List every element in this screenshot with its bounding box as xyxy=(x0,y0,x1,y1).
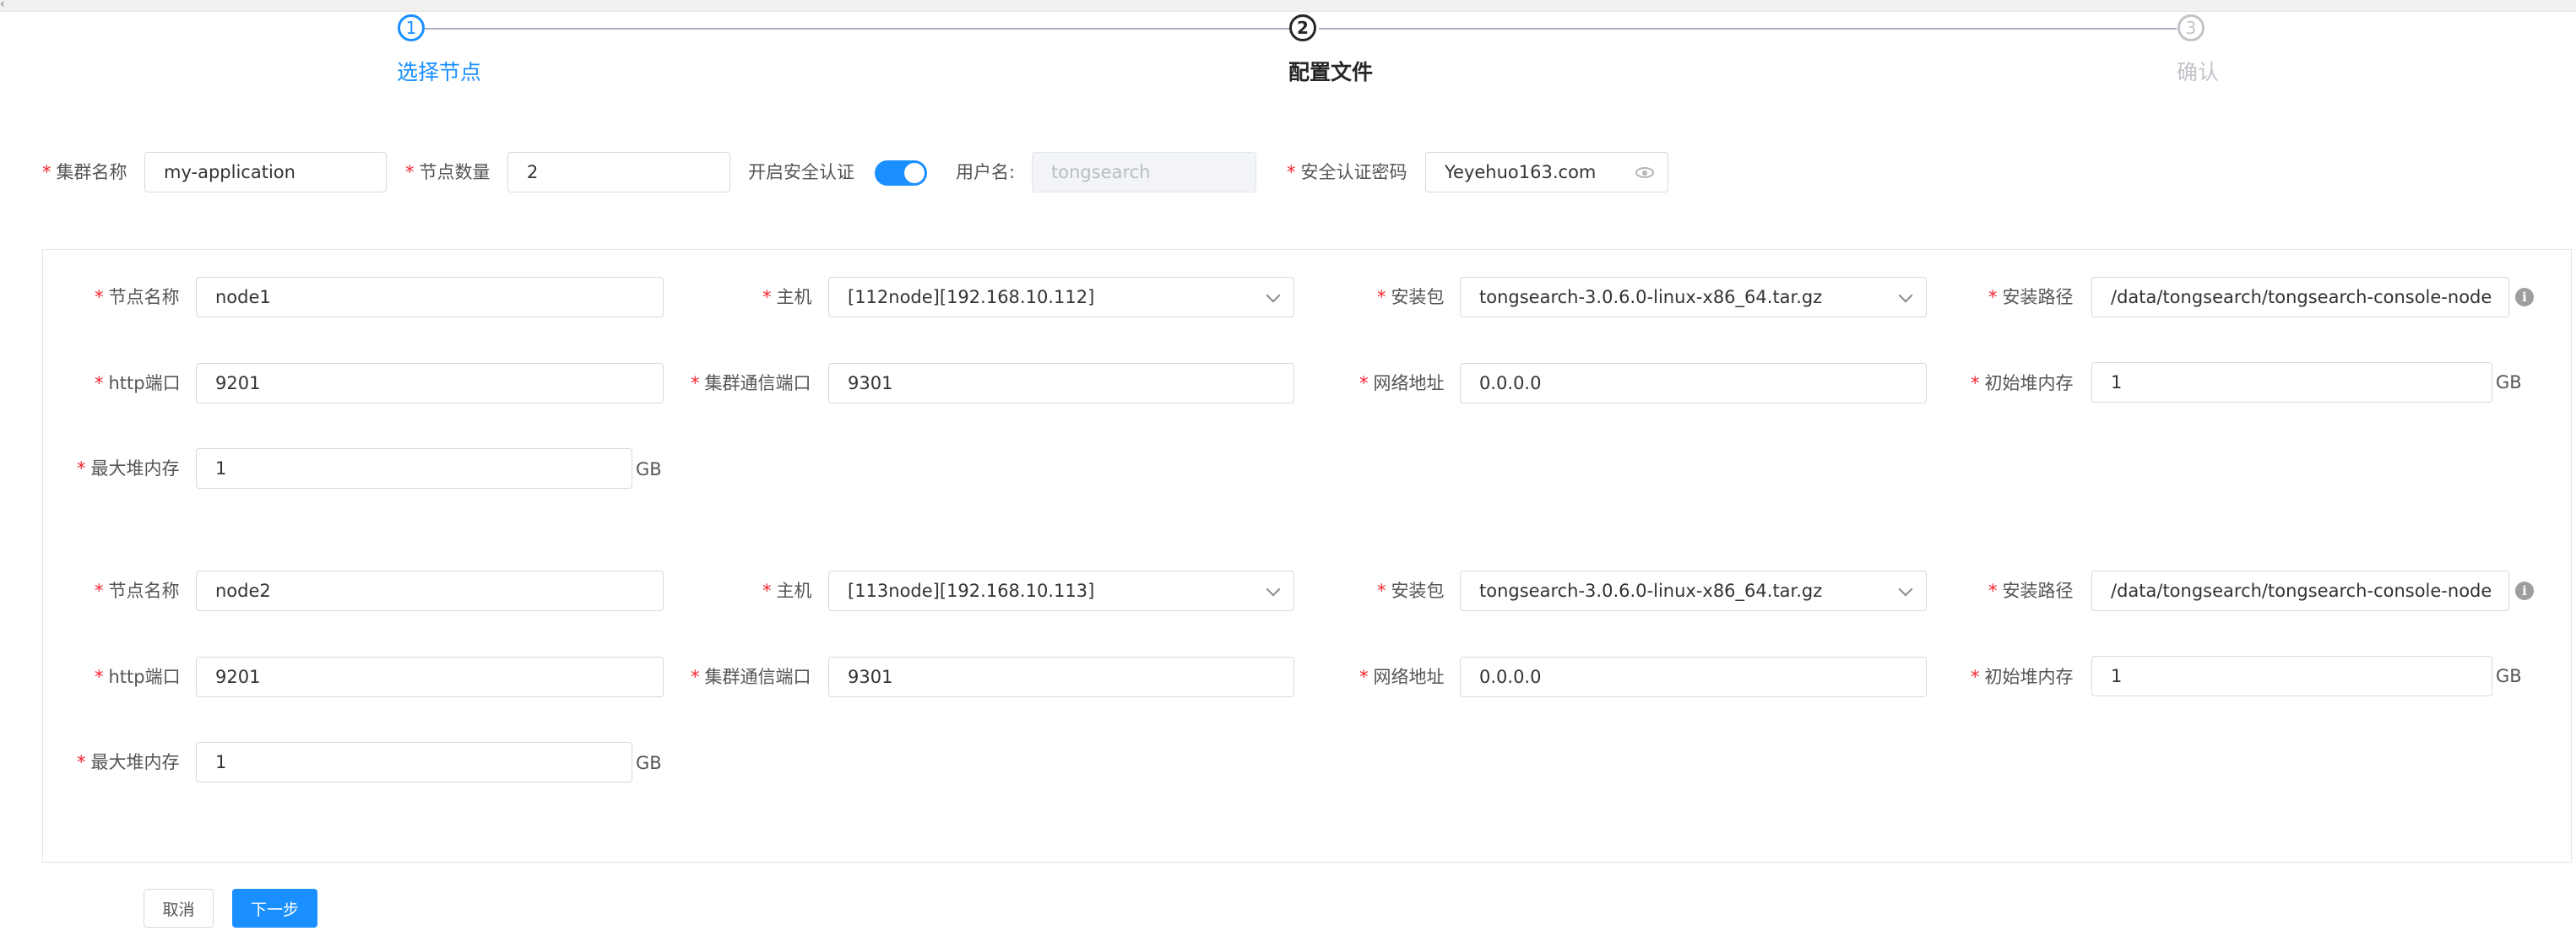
max-heap-input[interactable]: 1 xyxy=(196,448,632,489)
network-input[interactable]: 0.0.0.0 xyxy=(1460,363,1927,403)
password-input[interactable]: Yeyehuo163.com xyxy=(1425,152,1668,192)
chevron-down-icon xyxy=(1266,582,1281,597)
step-connector-1 xyxy=(425,28,1289,30)
eye-icon[interactable] xyxy=(1635,167,1654,178)
host-select[interactable]: [113node][192.168.10.113] xyxy=(828,571,1294,611)
max-heap-unit: GB xyxy=(636,459,662,479)
package-select[interactable]: tongsearch-3.0.6.0-linux-x86_64.tar.gz xyxy=(1460,571,1927,611)
step-3-title: 确认 xyxy=(2177,60,2220,84)
package-label: * 安装包 xyxy=(1377,581,1445,601)
package-label: * 安装包 xyxy=(1377,287,1445,307)
step-3-circle: 3 xyxy=(2177,14,2205,41)
step-2-title: 配置文件 xyxy=(1288,60,1374,84)
init-heap-unit: GB xyxy=(2496,372,2522,392)
step-connector-2 xyxy=(1319,28,2177,30)
transport-port-input[interactable]: 9301 xyxy=(828,363,1294,403)
transport-port-label: * 集群通信端口 xyxy=(691,667,811,687)
password-value: Yeyehuo163.com xyxy=(1445,162,1597,182)
package-select-value: tongsearch-3.0.6.0-linux-x86_64.tar.gz xyxy=(1479,287,1823,307)
http-port-input[interactable]: 9201 xyxy=(196,657,664,697)
host-label: * 主机 xyxy=(762,581,812,601)
password-label: * 安全认证密码 xyxy=(1287,162,1407,182)
cancel-button[interactable]: 取消 xyxy=(144,889,214,928)
path-input[interactable]: /data/tongsearch/tongsearch-console-node xyxy=(2091,277,2509,317)
security-toggle-label: 开启安全认证 xyxy=(748,162,854,182)
cluster-name-input[interactable]: my-application xyxy=(144,152,387,192)
chevron-down-icon xyxy=(1266,288,1281,303)
top-scroll-strip[interactable]: ‹ xyxy=(0,0,2576,12)
security-toggle[interactable] xyxy=(875,160,927,186)
username-label: 用户名: xyxy=(956,162,1016,182)
node-name-label: * 节点名称 xyxy=(95,287,180,307)
init-heap-unit: GB xyxy=(2496,666,2522,686)
step-1-title[interactable]: 选择节点 xyxy=(397,56,481,86)
cluster-config-page: ‹ 1 选择节点 2 配置文件 3 确认 * 集群名称 my-applicatio… xyxy=(0,0,2576,942)
host-select-value: [113node][192.168.10.113] xyxy=(848,581,1095,601)
init-heap-label: * 初始堆内存 xyxy=(1971,667,2074,687)
max-heap-unit: GB xyxy=(636,753,662,773)
max-heap-input[interactable]: 1 xyxy=(196,742,632,782)
chevron-down-icon xyxy=(1898,582,1913,597)
http-port-input[interactable]: 9201 xyxy=(196,363,664,403)
host-select[interactable]: [112node][192.168.10.112] xyxy=(828,277,1294,317)
http-port-label: * http端口 xyxy=(95,667,181,687)
host-label: * 主机 xyxy=(762,287,812,307)
http-port-label: * http端口 xyxy=(95,373,181,393)
info-icon[interactable]: i xyxy=(2515,582,2534,600)
step-2-circle: 2 xyxy=(1289,14,1316,41)
node-name-label: * 节点名称 xyxy=(95,581,180,601)
network-input[interactable]: 0.0.0.0 xyxy=(1460,657,1927,697)
next-button[interactable]: 下一步 xyxy=(232,889,317,928)
step-1-circle[interactable]: 1 xyxy=(398,14,425,41)
network-label: * 网络地址 xyxy=(1359,373,1445,393)
max-heap-label: * 最大堆内存 xyxy=(77,752,180,772)
init-heap-input[interactable]: 1 xyxy=(2091,656,2492,696)
network-label: * 网络地址 xyxy=(1359,667,1445,687)
path-input[interactable]: /data/tongsearch/tongsearch-console-node xyxy=(2091,571,2509,611)
username-input[interactable]: tongsearch xyxy=(1032,152,1256,192)
toggle-knob xyxy=(904,163,925,183)
node-name-input[interactable]: node2 xyxy=(196,571,664,611)
host-select-value: [112node][192.168.10.112] xyxy=(848,287,1095,307)
transport-port-input[interactable]: 9301 xyxy=(828,657,1294,697)
transport-port-label: * 集群通信端口 xyxy=(691,373,811,393)
node-name-input[interactable]: node1 xyxy=(196,277,664,317)
max-heap-label: * 最大堆内存 xyxy=(77,458,180,479)
init-heap-label: * 初始堆内存 xyxy=(1971,373,2074,393)
scroll-left-icon[interactable]: ‹ xyxy=(0,0,5,11)
path-label: * 安装路径 xyxy=(1988,581,2074,601)
init-heap-input[interactable]: 1 xyxy=(2091,362,2492,403)
cluster-name-label: * 集群名称 xyxy=(42,162,127,182)
path-label: * 安装路径 xyxy=(1988,287,2074,307)
package-select-value: tongsearch-3.0.6.0-linux-x86_64.tar.gz xyxy=(1479,581,1823,601)
node-count-input[interactable]: 2 xyxy=(507,152,730,192)
node-count-label: * 节点数量 xyxy=(405,162,491,182)
info-icon[interactable]: i xyxy=(2515,288,2534,306)
chevron-down-icon xyxy=(1898,288,1913,303)
package-select[interactable]: tongsearch-3.0.6.0-linux-x86_64.tar.gz xyxy=(1460,277,1927,317)
